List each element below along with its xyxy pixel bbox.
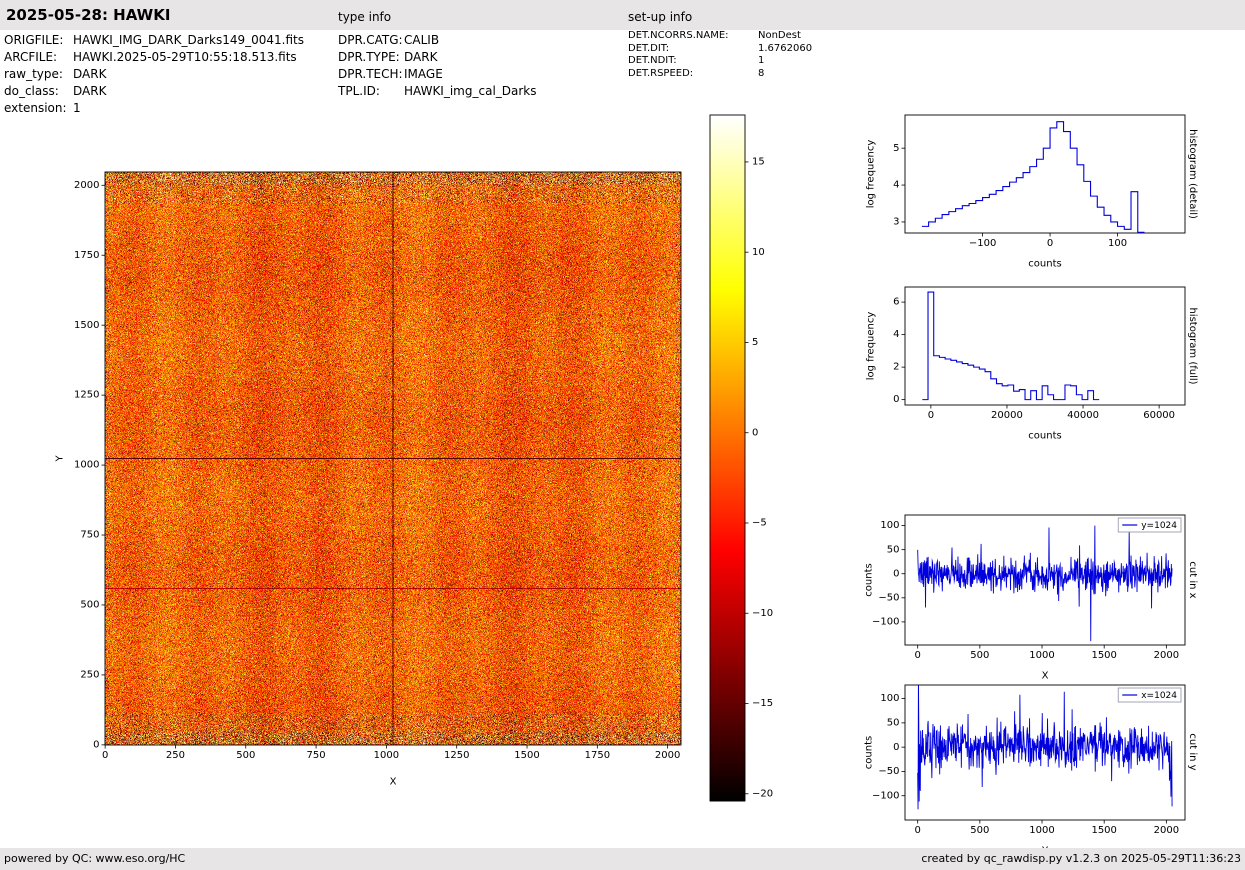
setup-info-block: DET.NCORRS.NAME: NonDest DET.DIT: 1.676206…: [628, 30, 812, 80]
field-value: DARK: [73, 84, 107, 98]
file-info-row: ARCFILE: HAWKI.2025-05-29T10:55:18.513.fi…: [4, 49, 304, 66]
type-info-heading: type info: [338, 10, 392, 24]
footer-bar: powered by QC: www.eso.org/HC created by…: [0, 848, 1245, 870]
field-label: raw_type:: [4, 67, 63, 81]
field-value: HAWKI.2025-05-29T10:55:18.513.fits: [73, 50, 297, 64]
type-info-block: DPR.CATG: CALIB DPR.TYPE: DARK DPR.TECH: IM…: [338, 32, 537, 100]
field-label: DET.RSPEED:: [628, 67, 694, 79]
type-info-row: TPL.ID: HAWKI_img_cal_Darks: [338, 83, 537, 100]
page-title: 2025-05-28: HAWKI: [6, 6, 171, 24]
cut-in-y-side-label: cut in y: [1187, 733, 1198, 771]
setup-info-row: DET.DIT: 1.6762060: [628, 43, 812, 56]
type-info-row: DPR.CATG: CALIB: [338, 32, 537, 49]
field-label: do_class:: [4, 84, 59, 98]
field-label: DPR.CATG:: [338, 33, 403, 47]
field-value: IMAGE: [404, 67, 443, 81]
setup-info-row: DET.NDIT: 1: [628, 55, 812, 68]
file-info-row: extension: 1: [4, 100, 304, 117]
file-info-row: ORIGFILE: HAWKI_IMG_DARK_Darks149_0041.fi…: [4, 32, 304, 49]
field-value: 8: [758, 67, 765, 79]
file-info-row: do_class: DARK: [4, 83, 304, 100]
main-image-plot: [30, 130, 710, 810]
type-info-row: DPR.TYPE: DARK: [338, 49, 537, 66]
field-label: DET.NDIT:: [628, 55, 677, 66]
footer-left-text: powered by QC: www.eso.org/HC: [4, 852, 186, 865]
field-label: DPR.TECH:: [338, 67, 403, 81]
file-info-row: raw_type: DARK: [4, 66, 304, 83]
colorbar: [690, 100, 790, 815]
setup-info-row: DET.RSPEED: 8: [628, 68, 812, 81]
setup-info-row: DET.NCORRS.NAME: NonDest: [628, 30, 812, 43]
histogram-full-side-label: histogram (full): [1187, 307, 1198, 385]
field-label: ARCFILE:: [4, 50, 58, 64]
field-value: DARK: [404, 50, 438, 64]
qc-report-page: 2025-05-28: HAWKI type info set-up info …: [0, 0, 1245, 870]
footer-right-text: created by qc_rawdisp.py v1.2.3 on 2025-…: [921, 852, 1241, 865]
field-label: extension:: [4, 101, 67, 115]
field-label: ORIGFILE:: [4, 33, 64, 47]
type-info-row: DPR.TECH: IMAGE: [338, 66, 537, 83]
field-value: 1: [73, 101, 81, 115]
field-value: NonDest: [758, 30, 801, 41]
field-value: HAWKI_IMG_DARK_Darks149_0041.fits: [73, 33, 304, 47]
setup-info-heading: set-up info: [628, 10, 693, 24]
field-value: 1: [758, 55, 765, 66]
field-label: DPR.TYPE:: [338, 50, 400, 64]
field-label: TPL.ID:: [338, 84, 380, 98]
field-label: DET.DIT:: [628, 42, 670, 54]
field-value: CALIB: [404, 33, 440, 47]
histogram-detail-side-label: histogram (detail): [1187, 129, 1198, 219]
header-bar: 2025-05-28: HAWKI type info set-up info: [0, 0, 1245, 30]
field-value: HAWKI_img_cal_Darks: [404, 84, 537, 98]
field-label: DET.NCORRS.NAME:: [628, 30, 729, 41]
field-value: 1.6762060: [758, 42, 813, 54]
file-info-block: ORIGFILE: HAWKI_IMG_DARK_Darks149_0041.fi…: [4, 32, 304, 117]
field-value: DARK: [73, 67, 107, 81]
cut-in-x-side-label: cut in x: [1187, 561, 1198, 599]
